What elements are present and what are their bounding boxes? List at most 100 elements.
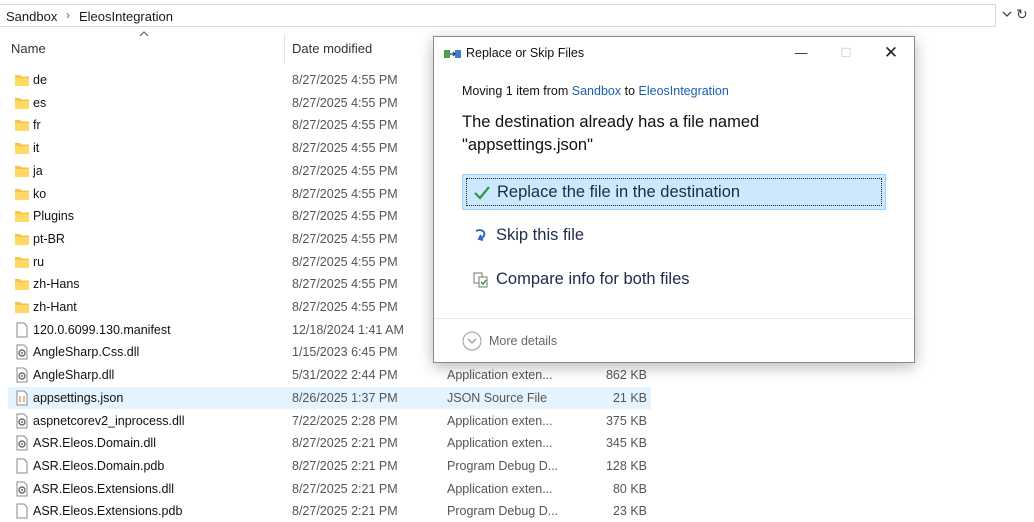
file-date-modified: 8/27/2025 4:55 PM bbox=[292, 73, 398, 87]
compare-files-option[interactable]: Compare info for both files bbox=[462, 262, 886, 298]
file-name: ASR.Eleos.Domain.dll bbox=[33, 436, 156, 451]
file-type: Application exten... bbox=[447, 481, 553, 496]
file-name: fr bbox=[33, 118, 41, 133]
file-name: ru bbox=[33, 254, 45, 269]
sort-ascending-icon bbox=[139, 31, 149, 37]
refresh-icon[interactable]: ↻ bbox=[1016, 6, 1028, 23]
folder-icon bbox=[14, 186, 30, 202]
file-type: Application exten... bbox=[447, 436, 553, 451]
file-date-modified: 8/27/2025 4:55 PM bbox=[292, 163, 398, 178]
file-type: Program Debug D... bbox=[447, 458, 559, 473]
file-row[interactable]: AngleSharp.dll 5/31/2022 2:44 PM Applicati… bbox=[0, 364, 652, 386]
file-size: 23 KB bbox=[612, 504, 647, 519]
expand-circle-icon bbox=[462, 331, 482, 351]
to-word: to bbox=[621, 84, 639, 98]
skip-file-option[interactable]: Skip this file bbox=[462, 218, 886, 254]
file-row[interactable]: ASR.Eleos.Domain.dll 8/27/2025 2:21 PM App… bbox=[0, 432, 652, 454]
file-size: 375 KB bbox=[605, 413, 647, 428]
moving-prefix: Moving 1 item from bbox=[462, 84, 572, 98]
file-size: 128 KB bbox=[605, 458, 647, 473]
folder-icon bbox=[14, 72, 30, 88]
file-type: Program Debug D... bbox=[447, 504, 559, 519]
dll-icon bbox=[14, 481, 30, 497]
file-type: JSON Source File bbox=[447, 390, 548, 405]
file-name: zh-Hant bbox=[33, 300, 77, 314]
chevron-down-icon[interactable] bbox=[1000, 7, 1014, 21]
dialog-title: Replace or Skip Files bbox=[466, 46, 585, 60]
column-header-name[interactable]: Name bbox=[11, 41, 46, 56]
file-size: 862 KB bbox=[605, 368, 647, 383]
source-folder-link[interactable]: Sandbox bbox=[572, 84, 621, 98]
file-size: 345 KB bbox=[605, 436, 647, 451]
file-name: AngleSharp.dll bbox=[33, 368, 115, 383]
dll-icon bbox=[14, 344, 30, 360]
breadcrumb-separator[interactable]: › bbox=[66, 8, 70, 22]
column-header-date-modified[interactable]: Date modified bbox=[292, 41, 372, 56]
replace-file-option[interactable]: Replace the file in the destination bbox=[462, 174, 886, 210]
file-date-modified: 8/27/2025 4:55 PM bbox=[292, 277, 398, 292]
dll-icon bbox=[14, 413, 30, 429]
file-date-modified: 8/26/2025 1:37 PM bbox=[292, 390, 398, 405]
column-divider[interactable] bbox=[284, 34, 285, 64]
file-row[interactable]: aspnetcorev2_inprocess.dll 7/22/2025 2:28… bbox=[0, 410, 652, 432]
file-name: aspnetcorev2_inprocess.dll bbox=[33, 413, 185, 428]
file-name: ja bbox=[33, 163, 43, 178]
file-name: ko bbox=[33, 186, 47, 201]
file-date-modified: 7/22/2025 2:28 PM bbox=[292, 413, 398, 428]
folder-icon bbox=[14, 231, 30, 247]
file-name: de bbox=[33, 73, 47, 87]
destination-folder-link[interactable]: EleosIntegration bbox=[639, 84, 729, 98]
file-row[interactable]: ASR.Eleos.Extensions.pdb 8/27/2025 2:21 P… bbox=[0, 500, 652, 522]
file-name: ASR.Eleos.Extensions.dll bbox=[33, 481, 175, 496]
file-date-modified: 8/27/2025 4:55 PM bbox=[292, 300, 398, 314]
minimize-button[interactable]: — bbox=[778, 37, 824, 69]
file-size: 21 KB bbox=[612, 390, 647, 405]
file-name: ASR.Eleos.Domain.pdb bbox=[33, 458, 165, 473]
file-icon bbox=[14, 458, 30, 474]
file-name: AngleSharp.Css.dll bbox=[33, 345, 140, 360]
folder-icon bbox=[14, 163, 30, 179]
address-bar[interactable]: Sandbox › EleosIntegration ↻ bbox=[0, 0, 1034, 31]
replace-file-label: Replace the file in the destination bbox=[497, 183, 741, 201]
more-details-label: More details bbox=[489, 334, 558, 348]
file-row[interactable]: ASR.Eleos.Extensions.dll 8/27/2025 2:21 P… bbox=[0, 478, 652, 500]
breadcrumb-sandbox[interactable]: Sandbox bbox=[6, 9, 57, 24]
file-name: pt-BR bbox=[33, 231, 65, 246]
file-date-modified: 8/27/2025 2:21 PM bbox=[292, 504, 398, 519]
dll-icon bbox=[14, 435, 30, 451]
breadcrumb-eleosintegration[interactable]: EleosIntegration bbox=[79, 9, 173, 24]
folder-icon bbox=[14, 254, 30, 270]
file-date-modified: 8/27/2025 2:21 PM bbox=[292, 481, 398, 496]
move-files-icon bbox=[444, 50, 461, 58]
file-icon bbox=[14, 503, 30, 519]
dll-icon bbox=[14, 367, 30, 383]
file-date-modified: 8/27/2025 4:55 PM bbox=[292, 141, 398, 156]
folder-icon bbox=[14, 117, 30, 133]
folder-icon bbox=[14, 208, 30, 224]
file-row[interactable]: ASR.Eleos.Domain.pdb 8/27/2025 2:21 PM Pro… bbox=[0, 455, 652, 477]
folder-icon bbox=[14, 276, 30, 292]
folder-icon bbox=[14, 299, 30, 315]
file-date-modified: 1/15/2023 6:45 PM bbox=[292, 345, 398, 360]
check-icon bbox=[474, 186, 490, 200]
file-name: ASR.Eleos.Extensions.pdb bbox=[33, 504, 183, 519]
file-row[interactable]: appsettings.json 8/26/2025 1:37 PM JSON So… bbox=[8, 386, 651, 409]
file-name: it bbox=[33, 141, 40, 156]
compare-files-label: Compare info for both files bbox=[496, 270, 690, 288]
dialog-divider bbox=[434, 318, 914, 319]
file-icon bbox=[14, 322, 30, 338]
maximize-button[interactable]: ☐ bbox=[823, 37, 869, 69]
compare-icon bbox=[473, 272, 488, 288]
file-date-modified: 12/18/2024 1:41 AM bbox=[292, 322, 404, 337]
close-button[interactable]: ✕ bbox=[868, 37, 914, 69]
file-name: zh-Hans bbox=[33, 277, 80, 292]
replace-or-skip-dialog: Replace or Skip Files — ☐ ✕ Moving 1 ite… bbox=[433, 36, 915, 363]
file-size: 80 KB bbox=[612, 481, 647, 496]
skip-file-label: Skip this file bbox=[496, 226, 585, 244]
file-date-modified: 8/27/2025 2:21 PM bbox=[292, 458, 398, 473]
skip-icon bbox=[475, 229, 486, 241]
file-date-modified: 8/27/2025 2:21 PM bbox=[292, 436, 398, 451]
file-type: Application exten... bbox=[447, 413, 553, 428]
moving-summary: Moving 1 item from Sandbox to EleosInteg… bbox=[462, 84, 729, 98]
file-name: Plugins bbox=[33, 209, 74, 224]
